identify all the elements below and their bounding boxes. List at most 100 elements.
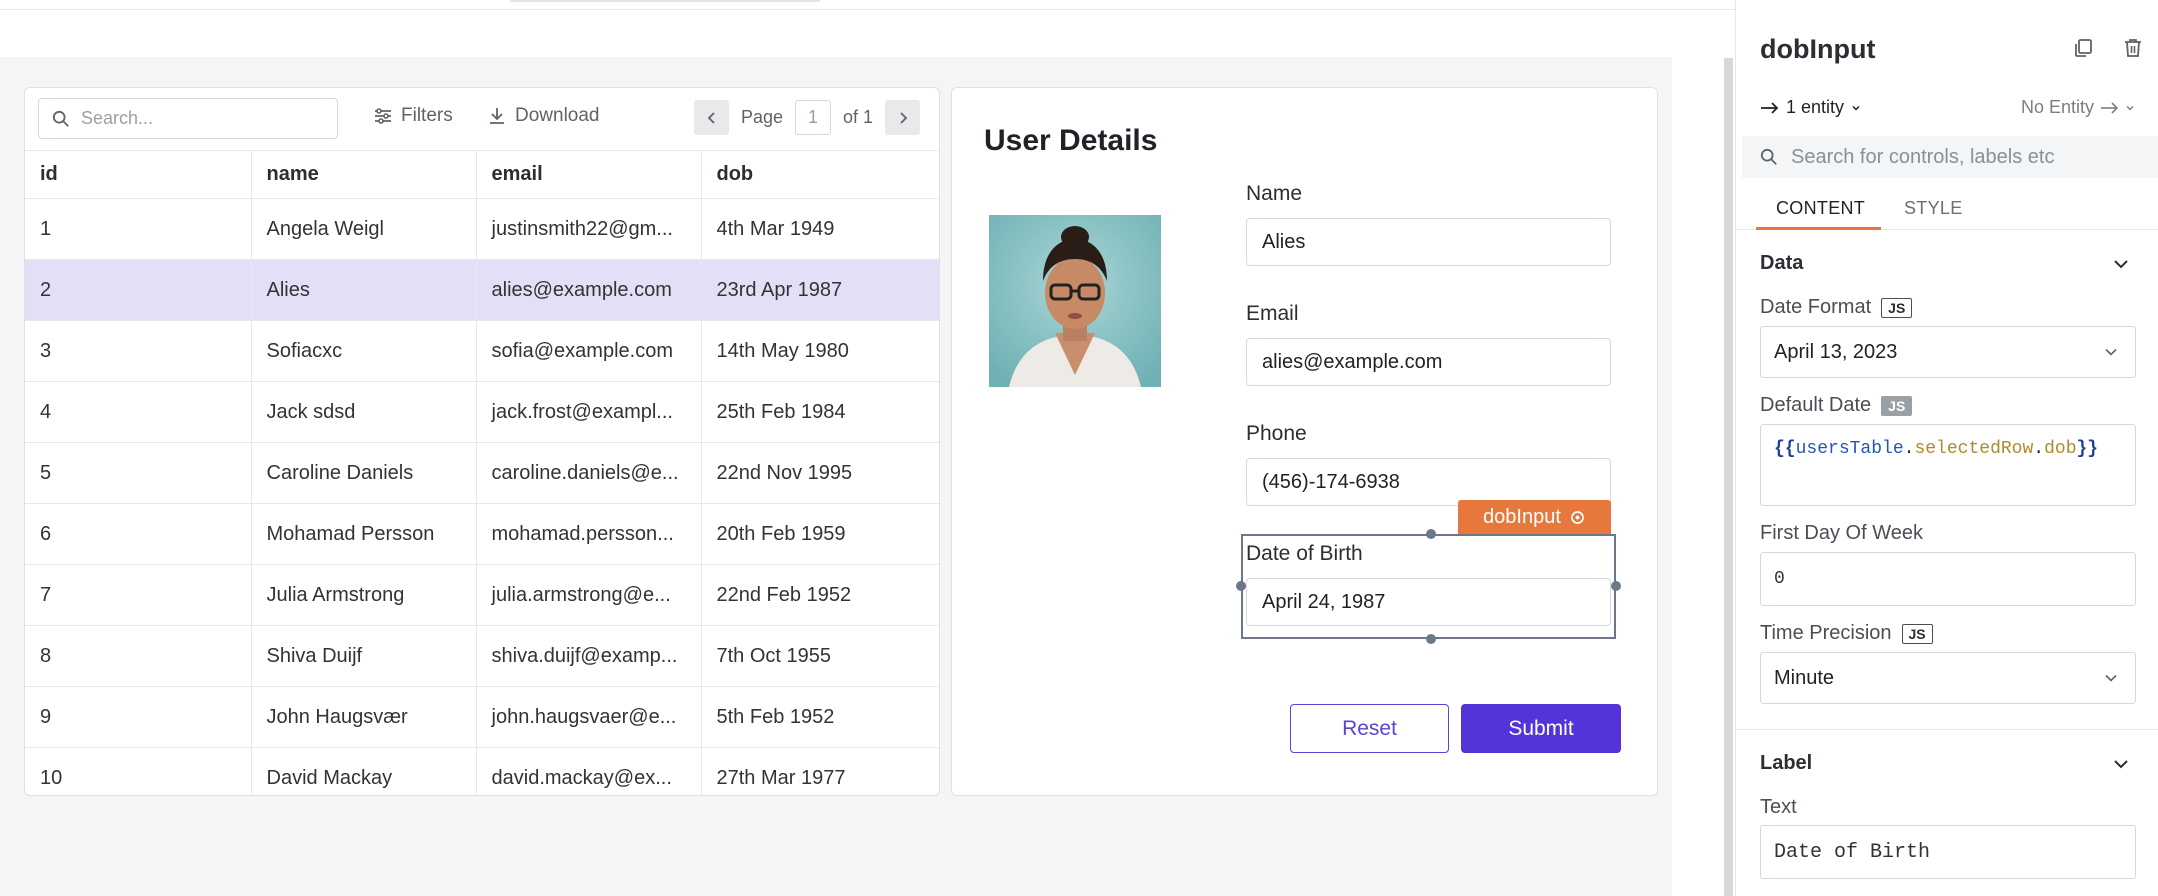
name-input[interactable]: Alies (1246, 218, 1611, 266)
resize-handle-bottom[interactable] (1426, 634, 1436, 644)
table-row[interactable]: 9 John Haugsvær john.haugsvaer@e... 5th Feb… (25, 686, 939, 748)
phone-input[interactable]: (456)-174-6938 (1246, 458, 1611, 506)
property-tabs: CONTENT STYLE (1736, 186, 2158, 230)
property-search-input[interactable] (1791, 145, 2141, 169)
cell-email: jack.frost@exampl... (476, 381, 702, 443)
arrow-right-icon (1761, 101, 1779, 114)
dob-input[interactable]: April 24, 1987 (1246, 578, 1611, 626)
cell-email: alies@example.com (476, 259, 702, 321)
data-grid: id name email dob 1 Angela Weigl justinsmi… (25, 150, 939, 795)
tab-indicator (510, 0, 820, 2)
outgoing-entities-dropdown[interactable]: No Entity (2021, 97, 2136, 118)
js-toggle-button[interactable]: JS (1901, 623, 1933, 644)
date-format-label: Date Format JS (1760, 296, 1913, 319)
code-token-property: dob (2044, 439, 2077, 459)
table-row[interactable]: 3 Sofiacxc sofia@example.com 14th May 1980 (25, 320, 939, 382)
widget-name-tag[interactable]: dobInput (1458, 500, 1611, 534)
column-header-id[interactable]: id (25, 150, 252, 199)
label-text-value: Date of Birth (1774, 840, 1931, 864)
delete-icon[interactable] (2122, 37, 2144, 59)
reset-button[interactable]: Reset (1290, 704, 1449, 753)
table-row-selected[interactable]: 2 Alies alies@example.com 23rd Apr 1987 (25, 259, 939, 321)
time-precision-value: Minute (1774, 666, 1835, 689)
default-date-label: Default Date JS (1760, 394, 1913, 417)
chevron-left-icon (707, 111, 715, 124)
users-table[interactable]: Filters Download Page 1 of 1 id name e (24, 87, 940, 796)
cell-id: 3 (25, 320, 252, 382)
cell-dob: 7th Oct 1955 (701, 625, 939, 687)
table-row[interactable]: 4 Jack sdsd jack.frost@exampl... 25th Feb 1… (25, 381, 939, 443)
first-day-value: 0 (1774, 569, 1785, 589)
cell-name: David Mackay (251, 747, 477, 795)
connected-entities-dropdown[interactable]: 1 entity (1760, 97, 1862, 118)
column-header-name[interactable]: name (251, 150, 477, 199)
js-toggle-button[interactable]: JS (1881, 297, 1913, 318)
date-format-select[interactable]: April 13, 2023 (1760, 326, 2136, 378)
first-day-label: First Day Of Week (1760, 522, 1923, 545)
cell-dob: 5th Feb 1952 (701, 686, 939, 748)
cell-id: 8 (25, 625, 252, 687)
cell-email: justinsmith22@gm... (476, 198, 702, 260)
default-date-code-editor[interactable]: {{usersTable.selectedRow.dob}} (1760, 424, 2136, 506)
prev-page-button[interactable] (694, 100, 729, 135)
code-token-property: selectedRow (1914, 439, 2034, 459)
column-header-email[interactable]: email (476, 150, 702, 199)
table-row[interactable]: 8 Shiva Duijf shiva.duijf@examp... 7th Oct … (25, 625, 939, 687)
copy-icon[interactable] (2072, 37, 2094, 59)
email-label: Email (1246, 302, 1299, 325)
label-text-input[interactable]: Date of Birth (1760, 825, 2136, 879)
canvas-scrollbar[interactable] (1724, 58, 1733, 896)
chevron-down-icon[interactable] (2112, 755, 2130, 773)
download-button[interactable]: Download (487, 105, 600, 127)
table-search[interactable] (38, 98, 338, 139)
cell-name: John Haugsvær (251, 686, 477, 748)
table-row[interactable]: 7 Julia Armstrong julia.armstrong@e... 22nd… (25, 564, 939, 626)
code-token-brace: }} (2076, 439, 2099, 459)
tab-content[interactable]: CONTENT (1776, 198, 1865, 219)
resize-handle-top[interactable] (1426, 529, 1436, 539)
code-content: {{usersTable.selectedRow.dob}} (1774, 433, 2114, 465)
label-text-label-text: Text (1760, 796, 1797, 818)
form-title: User Details (984, 124, 1158, 157)
cell-dob: 27th Mar 1977 (701, 747, 939, 795)
filters-button[interactable]: Filters (373, 105, 453, 127)
tab-style[interactable]: STYLE (1904, 198, 1963, 219)
table-row[interactable]: 5 Caroline Daniels caroline.daniels@e... 22… (25, 442, 939, 504)
table-search-input[interactable] (81, 108, 321, 129)
property-search[interactable] (1742, 136, 2158, 178)
first-day-input[interactable]: 0 (1760, 552, 2136, 606)
table-row[interactable]: 6 Mohamad Persson mohamad.persson... 20th F… (25, 503, 939, 565)
table-row[interactable]: 1 Angela Weigl justinsmith22@gm... 4th Mar … (25, 198, 939, 260)
name-label: Name (1246, 182, 1303, 205)
section-label-header[interactable]: Label (1760, 752, 1812, 775)
js-toggle-button-active[interactable]: JS (1881, 395, 1913, 416)
chevron-down-icon[interactable] (2112, 255, 2130, 273)
next-page-button[interactable] (885, 100, 921, 135)
filters-label: Filters (401, 105, 453, 126)
time-precision-select[interactable]: Minute (1760, 652, 2136, 704)
cell-dob: 20th Feb 1959 (701, 503, 939, 565)
chevron-down-icon (2126, 105, 2134, 111)
widget-name-tag-label: dobInput (1483, 505, 1561, 528)
chevron-down-icon (2105, 674, 2117, 682)
email-input[interactable]: alies@example.com (1246, 338, 1611, 386)
cell-email: mohamad.persson... (476, 503, 702, 565)
cell-email: julia.armstrong@e... (476, 564, 702, 626)
section-divider (1736, 729, 2158, 730)
active-tab-indicator (1756, 227, 1881, 230)
time-precision-label-text: Time Precision (1760, 622, 1892, 644)
table-toolbar: Filters Download Page 1 of 1 (25, 88, 939, 150)
column-header-dob[interactable]: dob (701, 150, 939, 199)
submit-button[interactable]: Submit (1461, 704, 1621, 753)
resize-handle-right[interactable] (1611, 581, 1621, 591)
cell-dob: 4th Mar 1949 (701, 198, 939, 260)
no-entity-label: No Entity (2020, 97, 2094, 117)
cell-email: shiva.duijf@examp... (476, 625, 702, 687)
page-number-input[interactable]: 1 (795, 100, 832, 135)
resize-handle-left[interactable] (1236, 581, 1246, 591)
cell-name: Caroline Daniels (251, 442, 477, 504)
table-row[interactable]: 10 David Mackay david.mackay@ex... 27th Mar… (25, 747, 939, 795)
widget-name-title[interactable]: dobInput (1760, 34, 1875, 65)
download-label: Download (515, 105, 600, 126)
section-data-header[interactable]: Data (1760, 252, 1803, 275)
